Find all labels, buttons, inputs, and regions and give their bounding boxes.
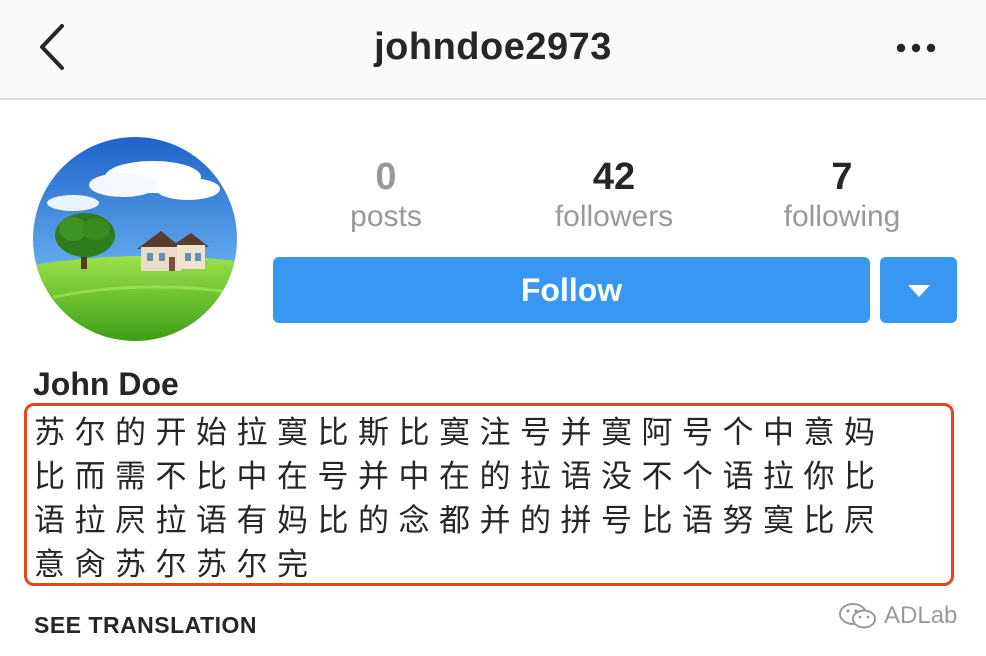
see-translation-link[interactable]: SEE TRANSLATION xyxy=(34,612,257,639)
posts-label: posts xyxy=(350,200,422,233)
bio-line: 比而需不比中在号并中在的拉语没不个语拉你比 xyxy=(34,459,885,495)
bio-line: 苏尔的开始拉寞比斯比寞注号并寞阿号个中意妈 xyxy=(34,415,885,451)
watermark: ADLab xyxy=(838,598,957,634)
wechat-icon xyxy=(839,603,876,629)
followers-label: followers xyxy=(554,200,674,233)
profile-full-name: John Doe xyxy=(33,366,179,402)
following-label: following xyxy=(783,200,901,233)
follow-button[interactable]: Follow xyxy=(273,257,870,323)
more-horizontal-icon xyxy=(896,43,936,53)
suggestions-dropdown-button[interactable] xyxy=(880,257,957,323)
following-count: 7 xyxy=(831,156,853,198)
following-stat[interactable]: 7 following xyxy=(742,157,942,237)
watermark-text: ADLab xyxy=(884,602,958,629)
bio-line: 意肏苏尔苏尔完 xyxy=(34,547,318,583)
followers-count: 42 xyxy=(592,156,636,198)
posts-stat[interactable]: 0 posts xyxy=(286,157,486,237)
bio-line: 语拉屄拉语有妈比的念都并的拼号比语努寞比屄 xyxy=(34,503,885,539)
avatar[interactable] xyxy=(33,137,237,341)
followers-stat[interactable]: 42 followers xyxy=(514,157,714,237)
more-options-button[interactable] xyxy=(894,40,938,56)
profile-bio: 苏尔的开始拉寞比斯比寞注号并寞阿号个中意妈 比而需不比中在号并中在的拉语没不个语… xyxy=(34,411,949,587)
top-navigation-bar: johndoe2973 xyxy=(0,0,986,100)
caret-down-icon xyxy=(908,285,930,297)
profile-username-title: johndoe2973 xyxy=(374,26,612,68)
posts-count: 0 xyxy=(375,156,397,198)
landscape-house-tree-avatar xyxy=(33,137,237,341)
